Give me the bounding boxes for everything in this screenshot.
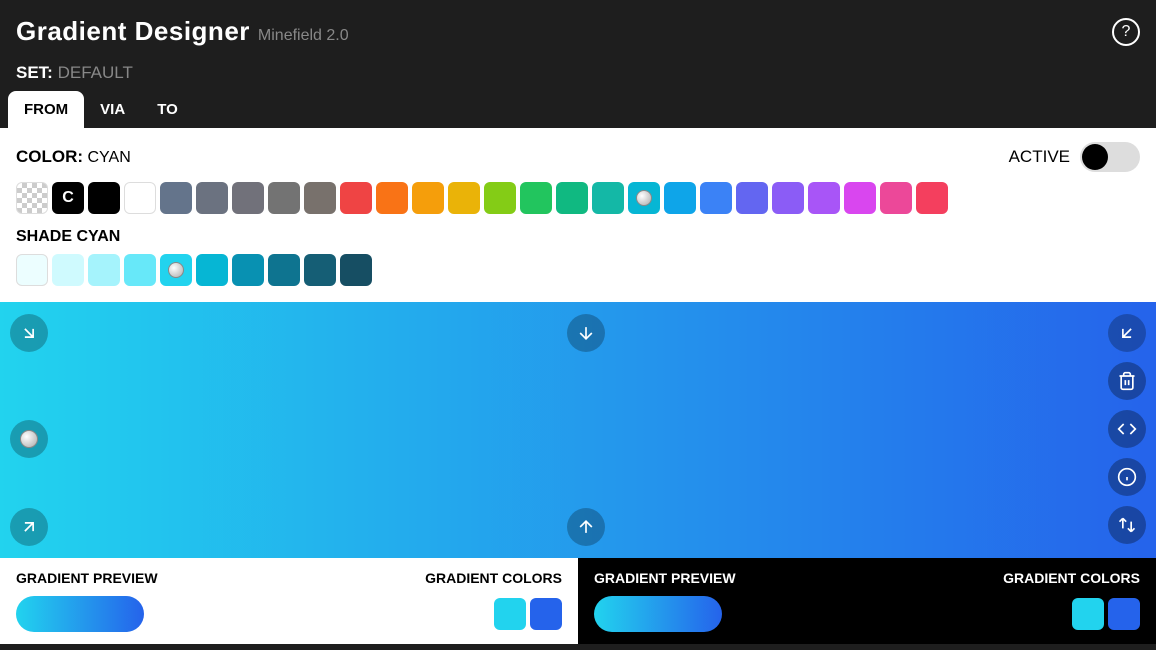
- tabs: FROM VIA TO: [0, 91, 1156, 128]
- color-swatch-gray[interactable]: [196, 182, 228, 214]
- selected-dot-icon: [20, 430, 38, 448]
- footer-dark: GRADIENT PREVIEW GRADIENT COLORS: [578, 558, 1156, 644]
- color-swatch-pink[interactable]: [880, 182, 912, 214]
- color-panel: COLOR: CYAN ACTIVE C SHADE CYAN: [0, 128, 1156, 302]
- color-swatch-black[interactable]: [88, 182, 120, 214]
- mini-colors-light: [494, 598, 562, 630]
- info-button[interactable]: [1108, 458, 1146, 496]
- preview-label-dark: GRADIENT PREVIEW: [594, 570, 736, 586]
- shade-swatch-100[interactable]: [52, 254, 84, 286]
- color-swatch-lime[interactable]: [484, 182, 516, 214]
- mini-swatch-from-light[interactable]: [494, 598, 526, 630]
- trash-button[interactable]: [1108, 362, 1146, 400]
- color-swatch-violet[interactable]: [772, 182, 804, 214]
- color-swatch-sky[interactable]: [664, 182, 696, 214]
- mini-colors-dark: [1072, 598, 1140, 630]
- app-subtitle: Minefield 2.0: [258, 27, 349, 45]
- color-label: COLOR:: [16, 147, 83, 166]
- colors-label-dark: GRADIENT COLORS: [1003, 570, 1140, 586]
- active-label: ACTIVE: [1009, 147, 1070, 167]
- set-value: DEFAULT: [58, 63, 133, 82]
- trash-icon: [1117, 371, 1137, 391]
- color-swatch-neutral[interactable]: [268, 182, 300, 214]
- direction-t-button[interactable]: [567, 314, 605, 352]
- header: Gradient Designer Minefield 2.0 ?: [0, 0, 1156, 63]
- footer: GRADIENT PREVIEW GRADIENT COLORS GRADIEN…: [0, 558, 1156, 644]
- color-swatch-emerald[interactable]: [556, 182, 588, 214]
- color-label-group: COLOR: CYAN: [16, 147, 131, 167]
- shade-swatch-50[interactable]: [16, 254, 48, 286]
- color-swatch-green[interactable]: [520, 182, 552, 214]
- color-value: CYAN: [88, 149, 131, 166]
- color-swatch-yellow[interactable]: [448, 182, 480, 214]
- tab-from[interactable]: FROM: [8, 91, 84, 128]
- direction-tr-button[interactable]: [1108, 314, 1146, 352]
- code-icon: [1117, 419, 1137, 439]
- color-swatch-cyan[interactable]: [628, 182, 660, 214]
- color-swatch-zinc[interactable]: [232, 182, 264, 214]
- info-icon: [1117, 467, 1137, 487]
- color-swatch-orange[interactable]: [376, 182, 408, 214]
- color-swatch-current[interactable]: C: [52, 182, 84, 214]
- color-swatch-fuchsia[interactable]: [844, 182, 876, 214]
- direction-l-button[interactable]: [10, 420, 48, 458]
- shade-swatch-900[interactable]: [340, 254, 372, 286]
- swap-button[interactable]: [1108, 506, 1146, 544]
- swap-icon: [1117, 515, 1137, 535]
- shade-swatches: [16, 254, 1140, 286]
- set-row: SET: DEFAULT: [0, 63, 1156, 91]
- tab-to[interactable]: TO: [141, 91, 194, 128]
- color-swatch-rose[interactable]: [916, 182, 948, 214]
- shade-section: SHADE CYAN: [16, 228, 1140, 286]
- tab-via[interactable]: VIA: [84, 91, 141, 128]
- color-swatch-teal[interactable]: [592, 182, 624, 214]
- active-toggle-group: ACTIVE: [1009, 142, 1140, 172]
- app-title: Gradient Designer: [16, 16, 250, 47]
- preview-label-light: GRADIENT PREVIEW: [16, 570, 158, 586]
- selected-dot-icon: [636, 190, 652, 206]
- colors-label-light: GRADIENT COLORS: [425, 570, 562, 586]
- shade-swatch-500[interactable]: [196, 254, 228, 286]
- mini-swatch-to-dark[interactable]: [1108, 598, 1140, 630]
- color-swatches: C: [16, 182, 1140, 214]
- color-swatch-red[interactable]: [340, 182, 372, 214]
- color-swatch-stone[interactable]: [304, 182, 336, 214]
- color-swatch-amber[interactable]: [412, 182, 444, 214]
- shade-swatch-200[interactable]: [88, 254, 120, 286]
- shade-swatch-400[interactable]: [160, 254, 192, 286]
- shade-swatch-600[interactable]: [232, 254, 264, 286]
- active-toggle[interactable]: [1080, 142, 1140, 172]
- mini-swatch-from-dark[interactable]: [1072, 598, 1104, 630]
- code-button[interactable]: [1108, 410, 1146, 448]
- direction-tl-button[interactable]: [10, 314, 48, 352]
- header-title-group: Gradient Designer Minefield 2.0: [16, 16, 349, 47]
- set-label: SET:: [16, 63, 53, 82]
- shade-swatch-700[interactable]: [268, 254, 300, 286]
- direction-b-button[interactable]: [567, 508, 605, 546]
- gradient-preview: [0, 302, 1156, 558]
- help-icon[interactable]: ?: [1112, 18, 1140, 46]
- color-swatch-blue[interactable]: [700, 182, 732, 214]
- toggle-knob: [1082, 144, 1108, 170]
- footer-light: GRADIENT PREVIEW GRADIENT COLORS: [0, 558, 578, 644]
- shade-label: SHADE CYAN: [16, 228, 1140, 246]
- color-swatch-purple[interactable]: [808, 182, 840, 214]
- color-swatch-white[interactable]: [124, 182, 156, 214]
- color-swatch-indigo[interactable]: [736, 182, 768, 214]
- mini-swatch-to-light[interactable]: [530, 598, 562, 630]
- selected-dot-icon: [168, 262, 184, 278]
- color-swatch-transparent[interactable]: [16, 182, 48, 214]
- direction-bl-button[interactable]: [10, 508, 48, 546]
- color-swatch-slate[interactable]: [160, 182, 192, 214]
- mini-gradient-dark: [594, 596, 722, 632]
- mini-gradient-light: [16, 596, 144, 632]
- shade-swatch-800[interactable]: [304, 254, 336, 286]
- color-row: COLOR: CYAN ACTIVE: [16, 142, 1140, 172]
- shade-swatch-300[interactable]: [124, 254, 156, 286]
